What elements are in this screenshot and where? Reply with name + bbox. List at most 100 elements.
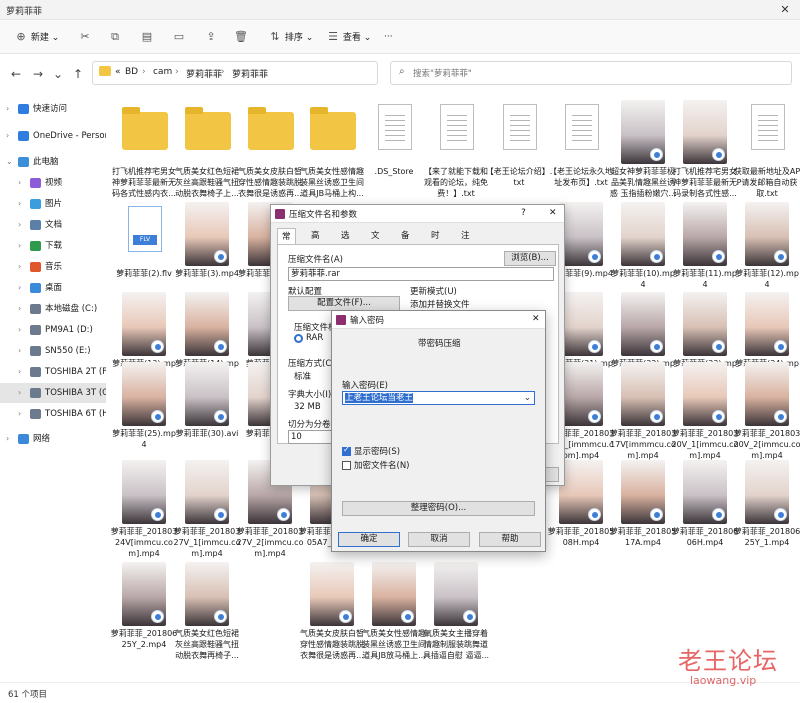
sidebar-item-4[interactable]: › 视频 (0, 173, 106, 193)
archive-name-input[interactable]: 萝莉菲菲.rar (288, 267, 554, 281)
encrypt-filenames-checkbox[interactable] (342, 461, 351, 470)
chevron-right-icon[interactable]: › (18, 341, 21, 361)
show-password-checkbox[interactable] (342, 445, 351, 456)
sidebar-item-16[interactable]: › 网络 (0, 429, 106, 449)
chevron-right-icon[interactable]: › (18, 362, 21, 382)
copy-button[interactable]: ⧉ (108, 28, 122, 46)
file-item[interactable]: 气质美女红色短裙灰丝高跟鞋骚气扭动脱衣舞椅子上... (175, 100, 239, 210)
search-box[interactable]: ⌕ 搜索"萝莉菲菲" (390, 61, 792, 85)
organize-passwords-button[interactable]: 整理密码(O)... (342, 501, 535, 516)
new-button[interactable]: ⊕ 新建 ⌄ (14, 28, 59, 46)
sidebar-item-8[interactable]: › 音乐 (0, 257, 106, 277)
sidebar-item-12[interactable]: › SN550 (E:) (0, 341, 106, 361)
view-button[interactable]: ☰ 查看 ⌄ (326, 28, 371, 46)
chevron-right-icon[interactable]: › (6, 126, 9, 146)
tab-comment[interactable]: 注释 (457, 228, 474, 257)
more-button[interactable]: ··· (384, 28, 393, 46)
sidebar-item-2[interactable]: › OneDrive - Persor (0, 126, 106, 146)
chevron-right-icon[interactable]: › (18, 404, 21, 424)
sort-button[interactable]: ⇅ 排序 ⌄ (268, 28, 313, 46)
dict-select[interactable]: 32 MB (294, 402, 321, 412)
ok-button[interactable]: 确定 (338, 532, 400, 547)
help-button[interactable]: 帮助 (479, 532, 541, 547)
sidebar-item-9[interactable]: › 桌面 (0, 278, 106, 298)
paste-button[interactable]: ▤ (140, 28, 154, 46)
chevron-right-icon[interactable]: › (18, 320, 21, 340)
tab-files[interactable]: 文件 (367, 228, 384, 257)
file-item[interactable]: 气质美女性感情趣装黑丝诱惑卫生间道具JB马桶上构... (300, 100, 364, 210)
breadcrumb-cam[interactable]: cam (153, 67, 172, 77)
chevron-right-icon[interactable]: › (18, 215, 21, 235)
browse-button[interactable]: 浏览(B)... (504, 251, 556, 266)
tab-general[interactable]: 常规 (277, 228, 296, 258)
file-item[interactable]: 萝莉菲菲_20180327V_1[immcu.com].mp4 (174, 460, 240, 570)
file-item[interactable]: 超女神萝莉菲菲极品美乳情趣黑丝诱惑 玉指插粉嫩穴... (610, 100, 676, 210)
file-item[interactable]: 萝莉菲菲_20180517A.mp4 (610, 460, 676, 570)
share-button[interactable]: ⇪ (204, 28, 218, 46)
sidebar-item-1[interactable]: › 快速访问 (0, 99, 106, 119)
profiles-button[interactable]: 配置文件(F)... (288, 296, 400, 311)
recent-dropdown[interactable]: ⌄ (50, 66, 66, 82)
tab-time[interactable]: 时间 (427, 228, 444, 257)
chevron-right-icon[interactable]: › (6, 99, 9, 119)
close-password-dialog-button[interactable]: ✕ (532, 314, 540, 324)
file-item[interactable]: 【来了就能下载和观看的论坛，纯免费！】.txt (424, 100, 488, 210)
file-item[interactable]: 打飞机推荐宅男女神萝莉菲菲最新无码录制各式性感... (673, 100, 737, 210)
split-size-input[interactable]: 10 (288, 430, 334, 444)
rename-button[interactable]: ▭ (172, 28, 186, 46)
sidebar-item-10[interactable]: › 本地磁盘 (C:) (0, 299, 106, 319)
file-item[interactable]: 萝莉菲菲_20180320V_1[immcu.com].mp4 (672, 362, 738, 472)
sidebar-item-7[interactable]: › 下载 (0, 236, 106, 256)
tab-options[interactable]: 选项 (337, 228, 354, 257)
cancel-button[interactable]: 取消 (408, 532, 470, 547)
delete-button[interactable]: 🗑 (234, 28, 248, 46)
rar-radio[interactable] (294, 334, 303, 343)
chevron-right-icon[interactable]: › (18, 173, 21, 193)
sidebar-item-13[interactable]: › TOSHIBA 2T (F:) (0, 362, 106, 382)
file-item[interactable]: 萝莉菲菲_20180606H.mp4 (672, 460, 738, 570)
chevron-right-icon[interactable]: › (6, 429, 9, 449)
file-item[interactable]: 萝莉菲菲_20180625Y_2.mp4 (111, 562, 177, 672)
tab-backup[interactable]: 备份 (397, 228, 414, 257)
chevron-down-icon[interactable]: ⌄ (6, 152, 13, 172)
close-dialog-button[interactable]: ✕ (549, 208, 557, 218)
back-button[interactable]: ← (8, 66, 24, 82)
file-item[interactable]: 氧质美女主播穿着情趣制服装跳舞道具插逼自慰 逼逼... (423, 562, 489, 672)
sidebar-item-5[interactable]: › 图片 (0, 194, 106, 214)
chevron-right-icon[interactable]: › (18, 257, 21, 277)
file-item[interactable]: 气质美女皮肤白皙穿性感情趣装跳脱衣舞很是诱惑再... (300, 562, 364, 672)
cut-button[interactable]: ✂ (78, 28, 92, 46)
file-item[interactable]: .DS_Store (364, 100, 424, 210)
file-item[interactable]: 气质美女性感情趣装黑丝诱惑卫生间道具JB放马桶上... (362, 562, 426, 672)
chevron-right-icon[interactable]: › (18, 299, 21, 319)
file-item[interactable]: 萝莉菲菲_20180317V[immmcu.com].mp4 (610, 362, 676, 472)
sidebar-item-15[interactable]: › TOSHIBA 6T (H:) (0, 404, 106, 424)
update-mode-select[interactable]: 添加并替换文件 (410, 298, 470, 310)
method-select[interactable]: 标准 (294, 370, 311, 382)
file-item[interactable]: 萝莉菲菲_20180320V_2[immcu.com].mp4 (734, 362, 800, 472)
breadcrumb-bd[interactable]: BD (125, 67, 138, 77)
file-item[interactable]: 萝莉菲菲_20180625Y_1.mp4 (734, 460, 800, 570)
file-item[interactable]: 【老王论坛介绍】.txt (486, 100, 552, 210)
forward-button[interactable]: → (30, 66, 46, 82)
chevron-right-icon[interactable]: › (18, 278, 21, 298)
chevron-right-icon[interactable]: › (18, 383, 21, 403)
chevron-right-icon[interactable]: › (18, 194, 21, 214)
file-item[interactable]: 打飞机推荐宅男女神萝莉菲菲最新无码各式性感内衣... (112, 100, 176, 210)
file-item[interactable]: 【老王论坛永久地址发布页】.txt (549, 100, 613, 210)
chevron-right-icon[interactable]: › (18, 236, 21, 256)
sidebar-item-6[interactable]: › 文档 (0, 215, 106, 235)
breadcrumb-folder[interactable]: 萝莉菲菲 (186, 67, 222, 80)
file-item[interactable]: 气质美女皮肤白皙穿性感情趣装跳脱衣舞很是诱惑再... (238, 100, 302, 210)
file-item[interactable]: 萝莉菲菲(25).mp4 (112, 362, 176, 472)
password-input[interactable]: 上老王论坛当老王 ⌄ (342, 391, 535, 405)
help-button[interactable]: ? (521, 208, 526, 218)
file-item[interactable]: 气质美女红色短裙灰丝高跟鞋骚气扭动脱衣舞再椅子... (175, 562, 239, 672)
tab-advanced[interactable]: 高级 (307, 228, 324, 257)
file-item[interactable]: 萝莉菲菲(30).avi (176, 362, 238, 472)
sidebar-item-14[interactable]: › TOSHIBA 3T (G:) (0, 383, 106, 403)
sidebar-item-3[interactable]: ⌄ 此电脑 (0, 152, 106, 172)
close-window-button[interactable]: ✕ (770, 0, 800, 20)
breadcrumb-current[interactable]: 萝莉菲菲 (232, 67, 268, 80)
file-item[interactable]: 获取最新地址及APP请发邮箱自动获取.txt (734, 100, 800, 210)
